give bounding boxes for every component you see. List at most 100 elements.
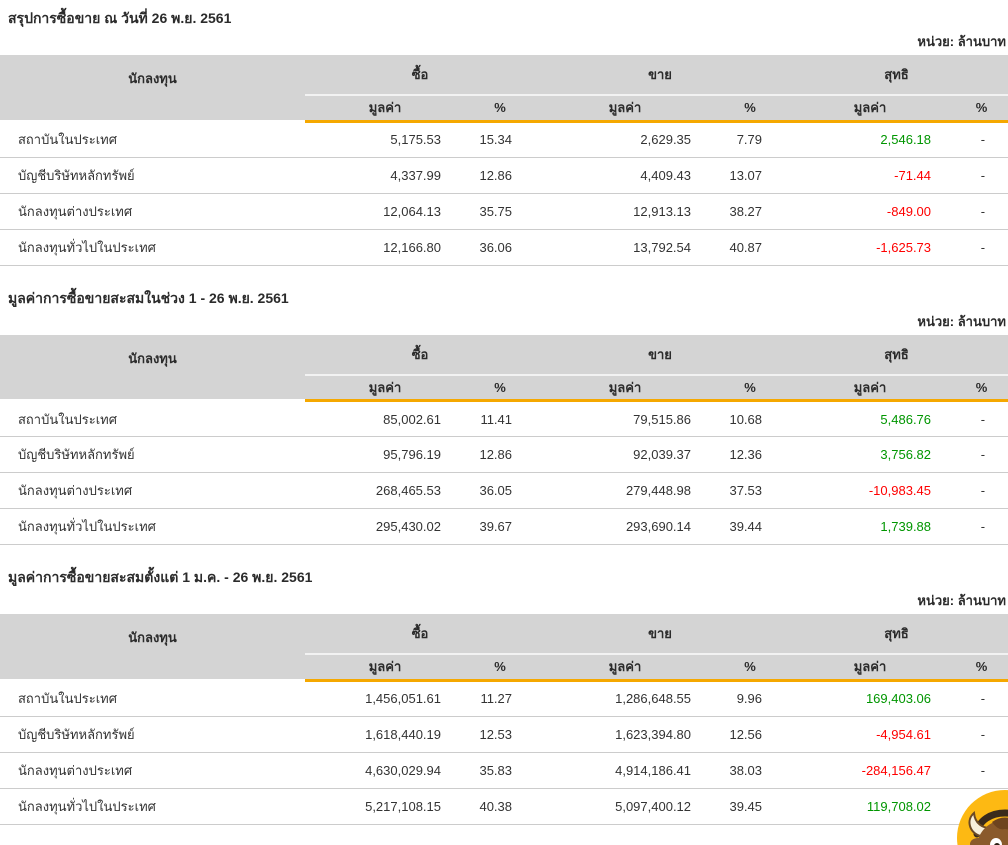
sell-value-cell: 79,515.86	[535, 400, 716, 437]
unit-label: หน่วย: ล้านบาท	[917, 593, 1006, 608]
sell-percent-cell: 37.53	[715, 472, 786, 509]
buy-value-cell: 5,217,108.15	[305, 788, 465, 825]
investor-type-label: นักลงทุนต่างประเทศ	[0, 193, 305, 230]
sell-percent-cell: 12.56	[715, 716, 786, 753]
unit-label: หน่วย: ล้านบาท	[917, 34, 1006, 49]
buy-percent-cell: 12.86	[465, 157, 536, 194]
table-row: นักลงทุนต่างประเทศ 12,064.13 35.75 12,91…	[0, 193, 1008, 230]
buy-percent-cell: 35.75	[465, 193, 536, 230]
net-value-cell: 1,739.88	[785, 508, 956, 545]
col-header-buy-percent: %	[465, 653, 536, 682]
buy-percent-cell: 39.67	[465, 508, 536, 545]
net-percent-cell: -	[955, 716, 1008, 753]
investor-type-label: นักลงทุนทั่วไปในประเทศ	[0, 508, 305, 545]
col-header-net-percent: %	[955, 373, 1008, 402]
net-percent-cell: -	[955, 508, 1008, 545]
sell-percent-cell: 10.68	[715, 400, 786, 437]
sell-value-cell: 293,690.14	[535, 508, 716, 545]
col-header-sell-percent: %	[715, 653, 786, 682]
net-value-cell: 119,708.02	[785, 788, 956, 825]
col-header-net-value: มูลค่า	[785, 373, 956, 402]
buy-value-cell: 12,166.80	[305, 229, 465, 266]
buy-percent-cell: 36.06	[465, 229, 536, 266]
net-value-cell: -849.00	[785, 193, 956, 230]
buy-value-cell: 85,002.61	[305, 400, 465, 437]
table-row: นักลงทุนทั่วไปในประเทศ 5,217,108.15 40.3…	[0, 788, 1008, 825]
col-header-sell-value: มูลค่า	[535, 373, 716, 402]
net-value-cell: -10,983.45	[785, 472, 956, 509]
table-row: นักลงทุนทั่วไปในประเทศ 12,166.80 36.06 1…	[0, 229, 1008, 266]
bull-mascot-icon	[957, 790, 1008, 845]
buy-percent-cell: 15.34	[465, 121, 536, 158]
bull-mascot-chat-button[interactable]	[957, 790, 1008, 845]
investor-type-label: บัญชีบริษัทหลักทรัพย์	[0, 716, 305, 753]
year-accumulated-table: นักลงทุน ซื้อ ขาย สุทธิ มูลค่า % มูลค่า …	[0, 614, 1008, 825]
section-title: สรุปการซื้อขาย ณ วันที่ 26 พ.ย. 2561	[8, 10, 232, 26]
col-header-sell-percent: %	[715, 373, 786, 402]
buy-percent-cell: 36.05	[465, 472, 536, 509]
net-percent-cell: -	[955, 400, 1008, 437]
year-accumulated-section: มูลค่าการซื้อขายสะสมตั้งแต่ 1 ม.ค. - 26 …	[0, 567, 1008, 825]
col-header-buy-value: มูลค่า	[305, 653, 465, 682]
net-percent-cell: -	[955, 680, 1008, 717]
section-title: มูลค่าการซื้อขายสะสมในช่วง 1 - 26 พ.ย. 2…	[8, 289, 289, 306]
investor-type-label: นักลงทุนทั่วไปในประเทศ	[0, 229, 305, 266]
net-value-cell: 169,403.06	[785, 680, 956, 717]
sell-value-cell: 13,792.54	[535, 229, 716, 266]
buy-percent-cell: 40.38	[465, 788, 536, 825]
sell-percent-cell: 40.87	[715, 229, 786, 266]
col-header-sell: ขาย	[535, 334, 786, 375]
net-percent-cell: -	[955, 436, 1008, 473]
sell-value-cell: 4,914,186.41	[535, 752, 716, 789]
investor-type-label: สถาบันในประเทศ	[0, 121, 305, 158]
table-row: สถาบันในประเทศ 1,456,051.61 11.27 1,286,…	[0, 680, 1008, 717]
sell-value-cell: 2,629.35	[535, 121, 716, 158]
investor-type-label: นักลงทุนต่างประเทศ	[0, 472, 305, 509]
daily-summary-section: สรุปการซื้อขาย ณ วันที่ 26 พ.ย. 2561 หน่…	[0, 8, 1008, 266]
buy-value-cell: 12,064.13	[305, 193, 465, 230]
col-header-net: สุทธิ	[785, 334, 1008, 375]
net-percent-cell: -	[955, 157, 1008, 194]
investor-type-label: นักลงทุนทั่วไปในประเทศ	[0, 788, 305, 825]
sell-percent-cell: 7.79	[715, 121, 786, 158]
buy-percent-cell: 12.86	[465, 436, 536, 473]
col-header-net-value: มูลค่า	[785, 653, 956, 682]
net-value-cell: -4,954.61	[785, 716, 956, 753]
buy-value-cell: 1,618,440.19	[305, 716, 465, 753]
col-header-buy-percent: %	[465, 373, 536, 402]
net-value-cell: -71.44	[785, 157, 956, 194]
sell-percent-cell: 39.44	[715, 508, 786, 545]
net-percent-cell: -	[955, 752, 1008, 789]
col-header-sell-value: มูลค่า	[535, 94, 716, 123]
col-header-net-percent: %	[955, 653, 1008, 682]
buy-percent-cell: 11.27	[465, 680, 536, 717]
investor-type-label: สถาบันในประเทศ	[0, 400, 305, 437]
net-value-cell: 2,546.18	[785, 121, 956, 158]
col-header-sell: ขาย	[535, 614, 786, 654]
sell-value-cell: 12,913.13	[535, 193, 716, 230]
net-percent-cell: -	[955, 121, 1008, 158]
sell-value-cell: 1,623,394.80	[535, 716, 716, 753]
table-row: นักลงทุนต่างประเทศ 268,465.53 36.05 279,…	[0, 472, 1008, 509]
net-value-cell: -284,156.47	[785, 752, 956, 789]
investor-type-label: นักลงทุนต่างประเทศ	[0, 752, 305, 789]
col-header-buy-value: มูลค่า	[305, 373, 465, 402]
col-header-buy-value: มูลค่า	[305, 94, 465, 123]
buy-value-cell: 268,465.53	[305, 472, 465, 509]
sell-value-cell: 279,448.98	[535, 472, 716, 509]
col-header-buy-percent: %	[465, 94, 536, 123]
investor-type-label: บัญชีบริษัทหลักทรัพย์	[0, 157, 305, 194]
table-row: สถาบันในประเทศ 85,002.61 11.41 79,515.86…	[0, 400, 1008, 437]
buy-percent-cell: 11.41	[465, 400, 536, 437]
col-header-net-value: มูลค่า	[785, 94, 956, 123]
table-row: นักลงทุนทั่วไปในประเทศ 295,430.02 39.67 …	[0, 508, 1008, 545]
sell-percent-cell: 38.03	[715, 752, 786, 789]
table-row: บัญชีบริษัทหลักทรัพย์ 1,618,440.19 12.53…	[0, 716, 1008, 753]
month-accumulated-section: มูลค่าการซื้อขายสะสมในช่วง 1 - 26 พ.ย. 2…	[0, 288, 1008, 545]
buy-percent-cell: 35.83	[465, 752, 536, 789]
col-header-buy: ซื้อ	[305, 55, 536, 95]
section-title: มูลค่าการซื้อขายสะสมตั้งแต่ 1 ม.ค. - 26 …	[8, 569, 313, 585]
net-percent-cell: -	[955, 229, 1008, 266]
col-header-sell: ขาย	[535, 55, 786, 95]
sell-percent-cell: 38.27	[715, 193, 786, 230]
